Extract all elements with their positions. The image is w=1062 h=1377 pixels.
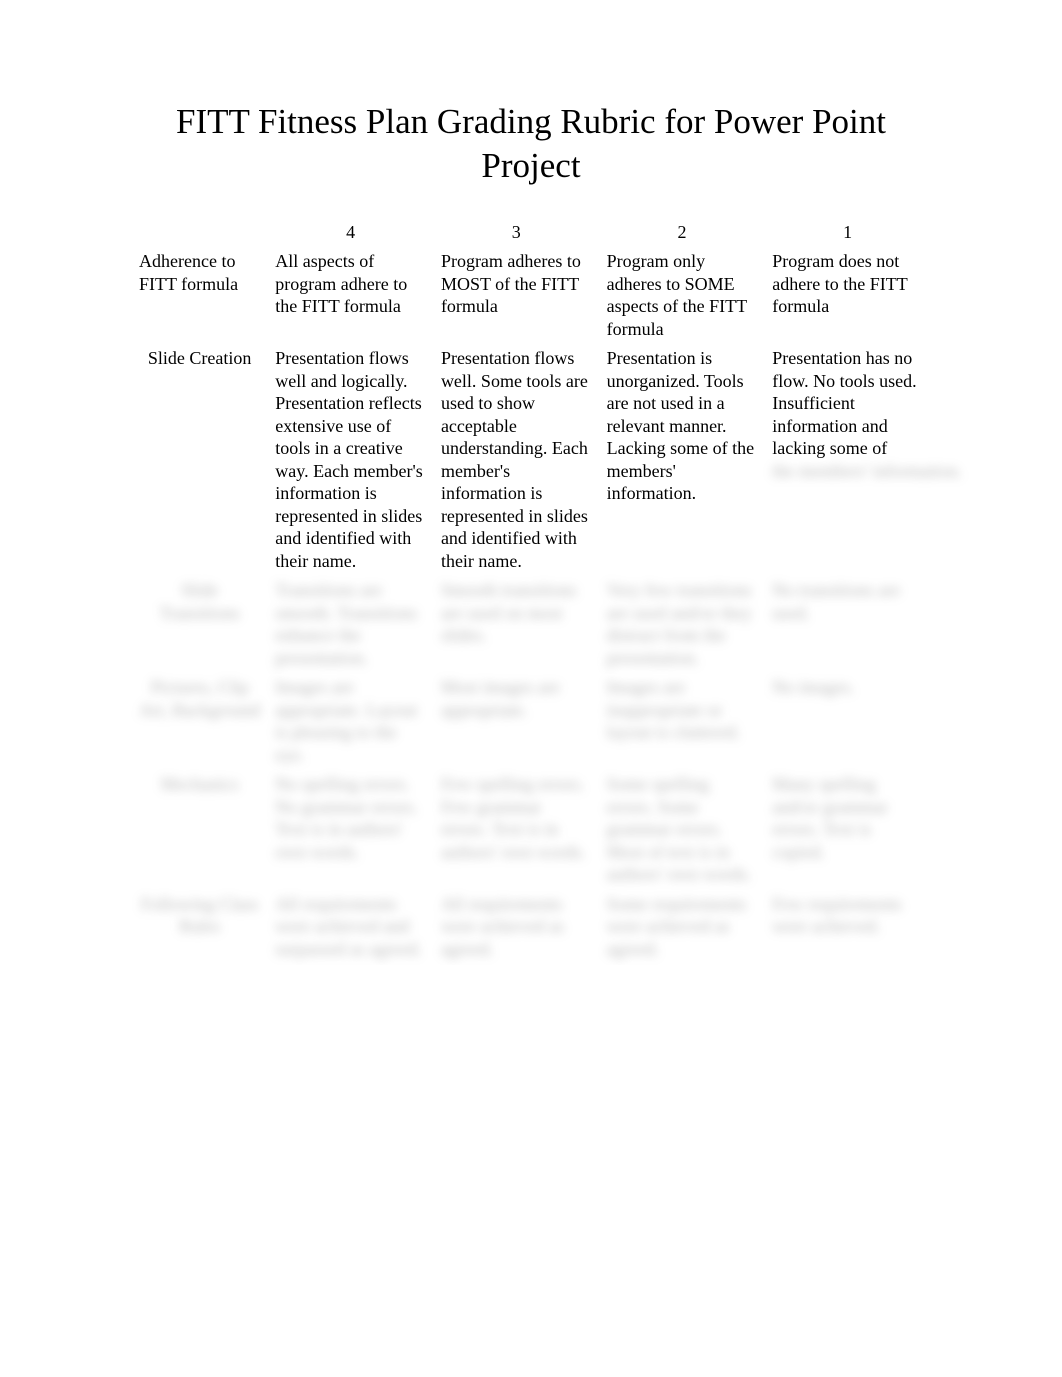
cell-1: Few requirements were achieved.	[766, 891, 929, 963]
table-row: Slide Transitions Transitions are smooth…	[133, 577, 929, 671]
cell-3: Smooth transitions are used on most slid…	[435, 577, 598, 671]
cell-2: Program only adheres to SOME aspects of …	[601, 248, 764, 342]
category-cell: Following Class Rules	[133, 891, 266, 963]
category-cell: Pictures, Clip Art, Background	[133, 674, 266, 768]
cell-1: Presentation has no flow. No tools used.…	[766, 345, 929, 574]
category-cell	[133, 965, 266, 992]
cell-2	[601, 965, 764, 992]
cell-2: Presentation is unorganized. Tools are n…	[601, 345, 764, 574]
rubric-table: 4 3 2 1 Adherence to FITT formula All as…	[130, 216, 932, 995]
category-cell: Slide Transitions	[133, 577, 266, 671]
table-row: Slide Creation Presentation flows well a…	[133, 345, 929, 574]
cell-4: No spelling errors. No grammar errors. T…	[269, 771, 432, 888]
cell-3: Program adheres to MOST of the FITT form…	[435, 248, 598, 342]
cell-3: Few spelling errors. Few grammar errors.…	[435, 771, 598, 888]
cell-1: Many spelling and/or grammar errors. Tex…	[766, 771, 929, 888]
cell-2: Images are inappropriate or layout is cl…	[601, 674, 764, 768]
header-score-1: 1	[766, 219, 929, 246]
header-score-3: 3	[435, 219, 598, 246]
cell-4: Transitions are smooth. Transitions enha…	[269, 577, 432, 671]
cell-4: Images are appropriate. Layout is pleasi…	[269, 674, 432, 768]
cell-2: Some spelling errors. Some grammar error…	[601, 771, 764, 888]
page-title: FITT Fitness Plan Grading Rubric for Pow…	[130, 100, 932, 188]
cell-3: All requirements were achieved as agreed…	[435, 891, 598, 963]
cell-3	[435, 965, 598, 992]
category-cell: Mechanics	[133, 771, 266, 888]
category-cell: Slide Creation	[133, 345, 266, 574]
cell-2: Some requirements were achieved as agree…	[601, 891, 764, 963]
table-row: Following Class Rules All requirements w…	[133, 891, 929, 963]
cell-1	[766, 965, 929, 992]
cell-2: Very few transitions are used and/or the…	[601, 577, 764, 671]
cell-4: Presentation flows well and logically. P…	[269, 345, 432, 574]
cell-3: Most images are appropriate.	[435, 674, 598, 768]
header-score-2: 2	[601, 219, 764, 246]
cell-1: No transitions are used.	[766, 577, 929, 671]
header-score-4: 4	[269, 219, 432, 246]
category-cell: Adherence to FITT formula	[133, 248, 266, 342]
cell-1: Program does not adhere to the FITT form…	[766, 248, 929, 342]
header-blank	[133, 219, 266, 246]
cell-4: All aspects of program adhere to the FIT…	[269, 248, 432, 342]
table-row: Pictures, Clip Art, Background Images ar…	[133, 674, 929, 768]
cell-3: Presentation flows well. Some tools are …	[435, 345, 598, 574]
cell-4: All requirements were achieved and surpa…	[269, 891, 432, 963]
table-row	[133, 965, 929, 992]
cell-4	[269, 965, 432, 992]
table-row: Adherence to FITT formula All aspects of…	[133, 248, 929, 342]
table-row: Mechanics No spelling errors. No grammar…	[133, 771, 929, 888]
cell-1: No images.	[766, 674, 929, 768]
table-header-row: 4 3 2 1	[133, 219, 929, 246]
